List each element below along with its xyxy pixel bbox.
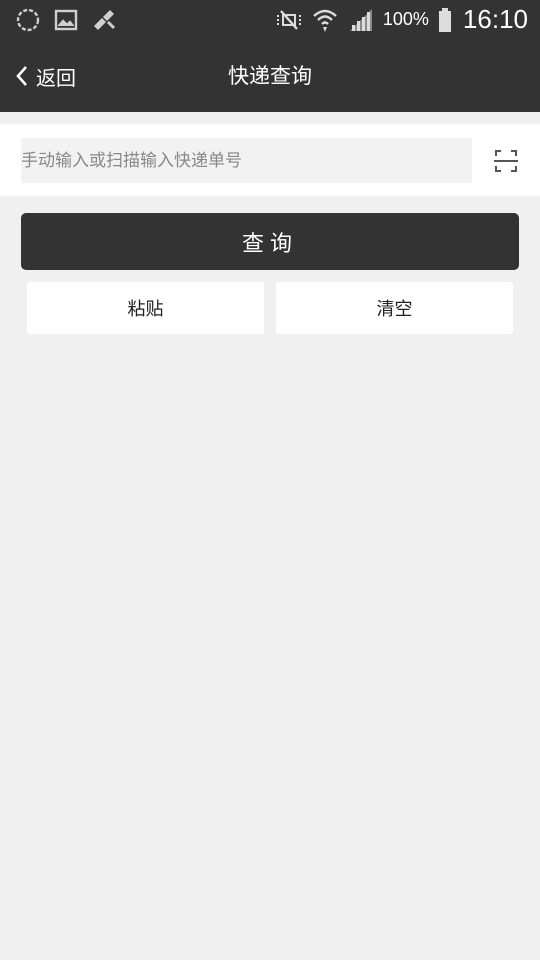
signal-icon [347, 6, 375, 34]
clear-button[interactable]: 清空 [276, 282, 513, 334]
image-icon [52, 6, 80, 34]
scan-button[interactable] [491, 146, 521, 176]
tracking-input-row [0, 124, 540, 196]
sync-icon [14, 6, 42, 34]
tracking-number-input[interactable] [21, 138, 472, 183]
status-right-icons: 100% 16:10 [275, 4, 528, 35]
paste-button[interactable]: 粘贴 [27, 282, 264, 334]
page-title: 快递查询 [228, 64, 312, 88]
top-navigation-bar: 返回 快递查询 [0, 40, 540, 112]
mute-icon [275, 6, 303, 34]
cleaner-icon [90, 6, 118, 34]
wifi-icon [311, 6, 339, 34]
scan-icon [491, 146, 521, 176]
status-bar: 100% 16:10 [0, 0, 540, 40]
battery-icon [437, 6, 453, 34]
clock: 16:10 [462, 4, 528, 34]
battery-percent: 100% [382, 9, 429, 29]
query-button[interactable]: 查询 [21, 213, 519, 270]
status-left-icons [14, 6, 118, 34]
